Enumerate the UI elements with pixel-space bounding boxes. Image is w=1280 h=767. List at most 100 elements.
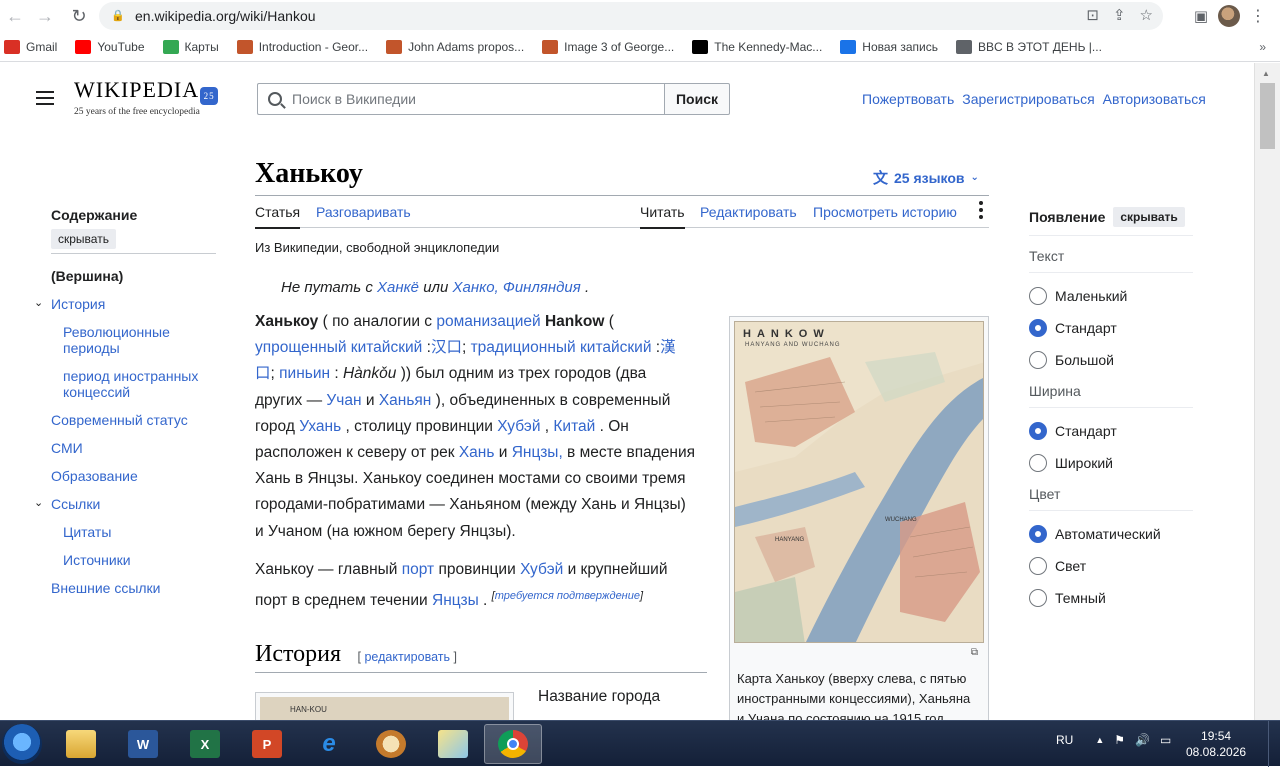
hatnote-link-hanke[interactable]: Ханкё	[377, 279, 419, 296]
bookmark-item[interactable]: Новая запись	[840, 39, 938, 54]
tab-article[interactable]: Статья	[255, 204, 301, 229]
bookmark-item[interactable]: Карты	[162, 39, 219, 54]
radio-selected-icon[interactable]	[1029, 422, 1047, 440]
clock[interactable]: 19:54 08.08.2026	[1186, 728, 1246, 760]
back-icon[interactable]: ←	[0, 1, 30, 31]
link-han-river[interactable]: Хань	[459, 444, 495, 461]
tab-history[interactable]: Просмотреть историю	[813, 204, 957, 220]
donate-link[interactable]: Пожертвовать	[862, 91, 954, 107]
scroll-up-icon[interactable]: ▲	[1262, 69, 1270, 78]
link-romanization[interactable]: романизацией	[436, 313, 540, 330]
toc-item[interactable]: Революционные периоды	[51, 324, 216, 356]
page-scrollbar[interactable]: ▲	[1254, 63, 1280, 720]
wikipedia-logo[interactable]: WIKIPEDIA 25 25 years of the free encyclo…	[74, 77, 219, 117]
powerpoint-taskbar-icon[interactable]: P	[238, 724, 296, 764]
side-panel-icon[interactable]: ▣	[1194, 7, 1208, 25]
start-button[interactable]	[2, 724, 42, 764]
radio-unselected-icon[interactable]	[1029, 557, 1047, 575]
main-menu-icon[interactable]	[36, 91, 54, 105]
action-center-icon[interactable]: ▭	[1160, 733, 1171, 747]
link-yangtze[interactable]: Янцзы,	[512, 444, 563, 461]
toc-item[interactable]: Образование	[51, 468, 216, 484]
link-hubei[interactable]: Хубэй	[520, 561, 563, 578]
radio-unselected-icon[interactable]	[1029, 454, 1047, 472]
link-traditional-chinese[interactable]: традиционный китайский	[471, 339, 652, 356]
bookmarks-overflow-icon[interactable]: »	[1259, 40, 1266, 54]
link-yangtze[interactable]: Янцзы	[432, 592, 479, 609]
hatnote-link-hanko[interactable]: Ханко, Финляндия	[453, 279, 581, 296]
link-hanyang[interactable]: Ханьян	[379, 392, 432, 409]
toc-item[interactable]: (Вершина)	[51, 268, 216, 284]
radio-option[interactable]: Стандарт	[1029, 319, 1193, 337]
tray-expand-icon[interactable]: ▲	[1095, 735, 1104, 745]
toc-item[interactable]: Современный статус	[51, 412, 216, 428]
bookmark-item[interactable]: BBC В ЭТОТ ДЕНЬ |...	[956, 39, 1102, 54]
toc-hide-button[interactable]: скрывать	[51, 229, 116, 249]
tab-read[interactable]: Читать	[640, 204, 685, 229]
tab-talk[interactable]: Разговаривать	[316, 204, 411, 220]
bookmark-item[interactable]: YouTube	[75, 39, 145, 54]
toc-item[interactable]: Цитаты	[51, 524, 216, 540]
address-bar[interactable]: 🔒 en.wikipedia.org/wiki/Hankou ⊡ ⇪ ☆	[99, 2, 1163, 30]
map-image[interactable]: HANKOW HANYANG AND WUCHANG HANYANG WUCHA…	[734, 321, 984, 643]
section-edit-link[interactable]: редактировать	[364, 650, 450, 664]
toc-toggle-icon[interactable]: ⌄	[34, 295, 43, 311]
radio-option[interactable]: Свет	[1029, 557, 1193, 575]
link-pinyin[interactable]: пиньин	[279, 365, 330, 382]
bookmark-item[interactable]: Gmail	[4, 39, 57, 54]
tab-edit[interactable]: Редактировать	[700, 204, 797, 220]
link-china[interactable]: Китай	[553, 418, 595, 435]
bookmark-item[interactable]: Introduction - Geor...	[236, 39, 368, 54]
toc-item[interactable]: Внешние ссылки	[51, 580, 216, 596]
bookmark-item[interactable]: John Adams propos...	[386, 39, 524, 54]
network-icon[interactable]: ⚑	[1114, 733, 1125, 747]
radio-option[interactable]: Темный	[1029, 589, 1193, 607]
volume-icon[interactable]: 🔊	[1135, 733, 1150, 747]
toc-toggle-icon[interactable]: ⌄	[34, 495, 43, 511]
toc-item[interactable]: ⌄ История	[34, 296, 216, 312]
bookmark-item[interactable]: Image 3 of George...	[542, 39, 674, 54]
language-button[interactable]: 文 25 языков ⌄	[873, 167, 979, 188]
menu-icon[interactable]: ⋮	[1250, 6, 1266, 26]
login-link[interactable]: Авторизоваться	[1103, 91, 1206, 107]
chrome-taskbar-icon[interactable]	[484, 724, 542, 764]
link-port[interactable]: порт	[402, 561, 434, 578]
word-taskbar-icon[interactable]: W	[114, 724, 172, 764]
citation-needed-link[interactable]: требуется подтверждение	[495, 590, 640, 602]
radio-selected-icon[interactable]	[1029, 525, 1047, 543]
toc-item[interactable]: Источники	[51, 552, 216, 568]
paint-taskbar-icon[interactable]	[362, 724, 420, 764]
photos-taskbar-icon[interactable]	[424, 724, 482, 764]
history-image[interactable]: HAN-KOU	[260, 697, 509, 720]
translate-icon[interactable]: ⊡	[1086, 6, 1099, 24]
bookmark-item[interactable]: The Kennedy-Mac...	[692, 39, 822, 54]
language-indicator[interactable]: RU	[1056, 733, 1073, 747]
scrollbar-thumb[interactable]	[1260, 83, 1275, 149]
link-wuchang[interactable]: Учан	[326, 392, 361, 409]
enlarge-icon[interactable]: ⧉	[971, 643, 978, 663]
radio-option[interactable]: Автоматический	[1029, 525, 1193, 543]
toc-item[interactable]: ⌄ Ссылки	[34, 496, 216, 512]
radio-selected-icon[interactable]	[1029, 319, 1047, 337]
search-input[interactable]: Поиск в Википедии	[257, 83, 664, 115]
internet-explorer-taskbar-icon[interactable]: e	[300, 724, 358, 764]
radio-option[interactable]: Маленький	[1029, 287, 1193, 305]
radio-unselected-icon[interactable]	[1029, 589, 1047, 607]
toc-item[interactable]: СМИ	[51, 440, 216, 456]
toc-item[interactable]: период иностранных концессий	[51, 368, 216, 400]
bookmark-star-icon[interactable]: ☆	[1140, 6, 1153, 24]
share-icon[interactable]: ⇪	[1113, 6, 1126, 24]
search-button[interactable]: Поиск	[664, 83, 730, 115]
reload-icon[interactable]: ↻	[64, 1, 94, 31]
url-text[interactable]: en.wikipedia.org/wiki/Hankou	[135, 8, 316, 24]
link-hubei[interactable]: Хубэй	[497, 418, 540, 435]
link-wuhan[interactable]: Ухань	[299, 418, 341, 435]
appearance-hide-button[interactable]: скрывать	[1113, 207, 1185, 227]
forward-icon[interactable]: →	[30, 1, 60, 31]
radio-unselected-icon[interactable]	[1029, 287, 1047, 305]
link-simplified-chinese[interactable]: упрощенный китайский	[255, 339, 422, 356]
radio-option[interactable]: Большой	[1029, 351, 1193, 369]
radio-option[interactable]: Широкий	[1029, 454, 1193, 472]
more-actions-icon[interactable]	[979, 201, 983, 222]
radio-option[interactable]: Стандарт	[1029, 422, 1193, 440]
